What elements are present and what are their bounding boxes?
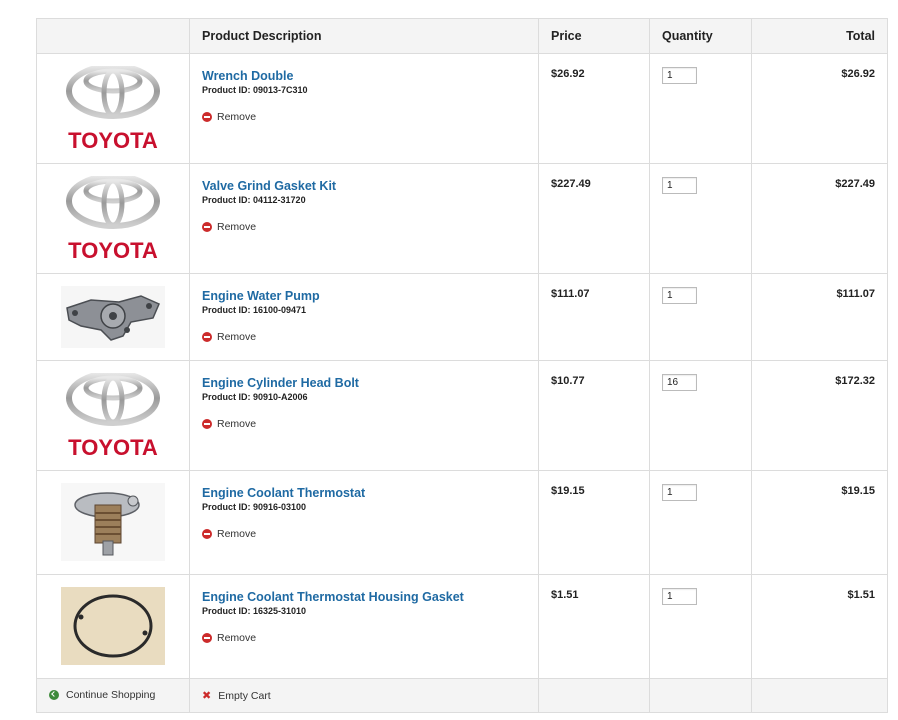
- arrow-left-circle-icon: [49, 689, 59, 700]
- cart-row: Engine Water Pump Product ID: 16100-0947…: [36, 273, 888, 361]
- remove-button[interactable]: Remove: [202, 418, 256, 430]
- water-pump-image[interactable]: [61, 286, 165, 348]
- remove-icon: [202, 529, 212, 539]
- line-total: $111.07: [751, 273, 888, 361]
- product-price: $19.15: [538, 470, 650, 575]
- remove-button[interactable]: Remove: [202, 632, 256, 644]
- product-id: Product ID: 09013-7C310: [202, 85, 308, 95]
- quantity-cell: [649, 470, 752, 575]
- remove-button[interactable]: Remove: [202, 331, 256, 343]
- remove-icon: [202, 222, 212, 232]
- cart-row: Engine Coolant Thermostat Housing Gasket…: [36, 574, 888, 679]
- continue-shopping-button[interactable]: Continue Shopping: [49, 689, 155, 701]
- cart-row: TOYOTA Wrench Double Product ID: 09013-7…: [36, 53, 888, 164]
- cart-row: TOYOTA Engine Cylinder Head Bolt Product…: [36, 360, 888, 471]
- remove-icon: [202, 419, 212, 429]
- quantity-input[interactable]: [662, 484, 697, 501]
- product-price: $10.77: [538, 360, 650, 471]
- line-total: $227.49: [751, 163, 888, 274]
- empty-cart-button[interactable]: ✖ Empty Cart: [202, 689, 271, 703]
- svg-text:TOYOTA: TOYOTA: [68, 238, 158, 262]
- product-name-link[interactable]: Engine Coolant Thermostat: [202, 485, 526, 501]
- footer-empty-cell: [751, 678, 888, 713]
- gasket-image[interactable]: [61, 587, 165, 665]
- footer-empty-cell: [649, 678, 752, 713]
- cart-footer-row: Continue Shopping ✖ Empty Cart: [36, 678, 888, 713]
- product-id: Product ID: 90916-03100: [202, 502, 307, 512]
- empty-cart-cell: ✖ Empty Cart: [189, 678, 539, 713]
- svg-text:TOYOTA: TOYOTA: [68, 435, 158, 459]
- product-image-cell: TOYOTA: [36, 360, 190, 471]
- product-name-link[interactable]: Wrench Double: [202, 68, 526, 84]
- cart-table: Product Description Price Quantity Total…: [36, 18, 888, 713]
- continue-cell: Continue Shopping: [36, 678, 190, 713]
- toyota-logo[interactable]: TOYOTA: [63, 66, 163, 152]
- quantity-cell: [649, 360, 752, 471]
- line-total: $1.51: [751, 574, 888, 679]
- product-description-cell: Valve Grind Gasket Kit Product ID: 04112…: [189, 163, 539, 274]
- quantity-input[interactable]: [662, 287, 697, 304]
- product-image-cell: [36, 273, 190, 361]
- remove-button[interactable]: Remove: [202, 221, 256, 233]
- header-image: [36, 18, 190, 54]
- product-id: Product ID: 04112-31720: [202, 195, 306, 205]
- product-price: $111.07: [538, 273, 650, 361]
- remove-icon: [202, 332, 212, 342]
- quantity-input[interactable]: [662, 67, 697, 84]
- cart-row: TOYOTA Valve Grind Gasket Kit Product ID…: [36, 163, 888, 274]
- remove-icon: [202, 112, 212, 122]
- product-description-cell: Engine Coolant Thermostat Housing Gasket…: [189, 574, 539, 679]
- product-price: $26.92: [538, 53, 650, 164]
- header-total: Total: [751, 18, 888, 54]
- product-description-cell: Wrench Double Product ID: 09013-7C310 Re…: [189, 53, 539, 164]
- product-image-cell: TOYOTA: [36, 163, 190, 274]
- product-description-cell: Engine Cylinder Head Bolt Product ID: 90…: [189, 360, 539, 471]
- product-price: $227.49: [538, 163, 650, 274]
- product-description-cell: Engine Coolant Thermostat Product ID: 90…: [189, 470, 539, 575]
- toyota-logo[interactable]: TOYOTA: [63, 373, 163, 459]
- quantity-cell: [649, 273, 752, 361]
- product-name-link[interactable]: Engine Coolant Thermostat Housing Gasket: [202, 589, 526, 605]
- header-quantity: Quantity: [649, 18, 752, 54]
- header-price: Price: [538, 18, 650, 54]
- cart-header-row: Product Description Price Quantity Total: [36, 18, 888, 54]
- product-id: Product ID: 16100-09471: [202, 305, 307, 315]
- header-description: Product Description: [189, 18, 539, 54]
- quantity-input[interactable]: [662, 177, 697, 194]
- product-image-cell: TOYOTA: [36, 53, 190, 164]
- product-name-link[interactable]: Engine Water Pump: [202, 288, 526, 304]
- continue-shopping-label: Continue Shopping: [66, 688, 156, 701]
- toyota-logo[interactable]: TOYOTA: [63, 176, 163, 262]
- product-image-cell: [36, 574, 190, 679]
- footer-empty-cell: [538, 678, 650, 713]
- remove-button[interactable]: Remove: [202, 528, 256, 540]
- product-image-cell: [36, 470, 190, 575]
- empty-cart-label: Empty Cart: [218, 689, 271, 702]
- cart-row: Engine Coolant Thermostat Product ID: 90…: [36, 470, 888, 575]
- thermostat-image[interactable]: [61, 483, 165, 561]
- svg-text:TOYOTA: TOYOTA: [68, 128, 158, 152]
- quantity-input[interactable]: [662, 588, 697, 605]
- remove-icon: [202, 633, 212, 643]
- line-total: $19.15: [751, 470, 888, 575]
- product-description-cell: Engine Water Pump Product ID: 16100-0947…: [189, 273, 539, 361]
- product-name-link[interactable]: Engine Cylinder Head Bolt: [202, 375, 526, 391]
- close-icon: ✖: [202, 690, 212, 702]
- product-price: $1.51: [538, 574, 650, 679]
- quantity-cell: [649, 574, 752, 679]
- quantity-input[interactable]: [662, 374, 697, 391]
- product-id: Product ID: 90910-A2006: [202, 392, 308, 402]
- remove-button[interactable]: Remove: [202, 111, 256, 123]
- product-name-link[interactable]: Valve Grind Gasket Kit: [202, 178, 526, 194]
- line-total: $26.92: [751, 53, 888, 164]
- quantity-cell: [649, 53, 752, 164]
- line-total: $172.32: [751, 360, 888, 471]
- product-id: Product ID: 16325-31010: [202, 606, 307, 616]
- quantity-cell: [649, 163, 752, 274]
